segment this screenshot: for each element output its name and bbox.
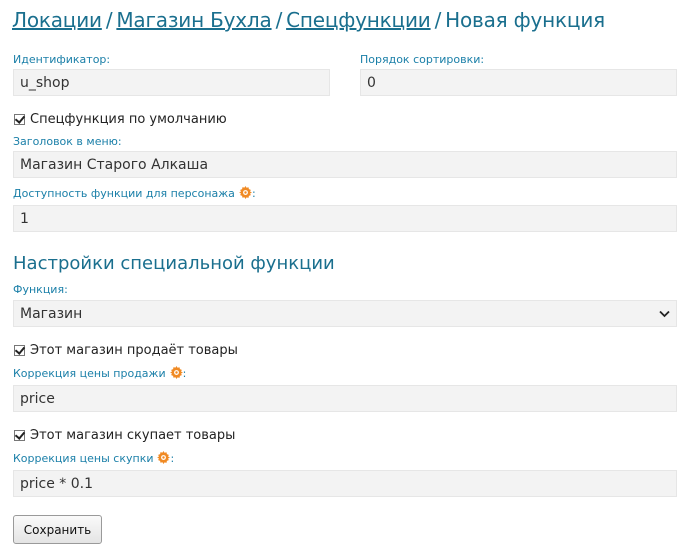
buy-price-label-text: Коррекция цены скупки	[13, 452, 154, 465]
breadcrumb-separator: /	[105, 8, 113, 32]
availability-colon: :	[251, 187, 256, 200]
settings-heading: Настройки специальной функции	[13, 253, 335, 274]
buy-price-value: price * 0.1	[20, 475, 94, 492]
menu-title-label: Заголовок в меню:	[13, 135, 122, 148]
sell-price-label-text: Коррекция цены продажи	[13, 367, 166, 380]
identifier-label: Идентификатор:	[13, 53, 111, 66]
availability-label: Доступность функции для персонажа:	[13, 186, 256, 200]
breadcrumb-separator: /	[275, 8, 283, 32]
identifier-input[interactable]: u_shop	[13, 69, 330, 96]
buy-price-input[interactable]: price * 0.1	[13, 470, 677, 497]
breadcrumb: Локации / Магазин Бухла / Спецфункции / Новая …	[12, 8, 605, 32]
sells-goods-label: Этот магазин продаёт товары	[30, 343, 238, 358]
function-label: Функция:	[13, 283, 68, 296]
function-select[interactable]: Магазин	[13, 300, 677, 327]
availability-label-text: Доступность функции для персонажа	[13, 187, 235, 200]
sell-price-value: price	[20, 390, 55, 407]
checkbox-checked-icon	[14, 114, 25, 125]
sort-order-value: 0	[367, 74, 376, 91]
buy-price-label: Коррекция цены скупки:	[13, 451, 174, 465]
default-function-checkbox[interactable]: Спецфункция по умолчанию	[14, 112, 227, 127]
availability-input[interactable]: 1	[13, 205, 677, 232]
identifier-value: u_shop	[20, 74, 70, 91]
buys-goods-label: Этот магазин скупает товары	[30, 428, 236, 443]
sells-goods-checkbox[interactable]: Этот магазин продаёт товары	[14, 343, 238, 358]
chevron-down-icon	[659, 307, 670, 321]
buys-goods-checkbox[interactable]: Этот магазин скупает товары	[14, 428, 235, 443]
default-function-label: Спецфункция по умолчанию	[30, 112, 227, 127]
sort-order-label: Порядок сортировки:	[360, 53, 485, 66]
breadcrumb-link-special-functions[interactable]: Спецфункции	[286, 8, 431, 32]
gear-icon[interactable]	[238, 186, 252, 199]
sell-price-colon: :	[182, 367, 187, 380]
availability-value: 1	[20, 210, 29, 227]
checkbox-checked-icon	[14, 345, 25, 356]
page-title: Новая функция	[445, 8, 605, 32]
function-select-value: Магазин	[20, 305, 83, 322]
breadcrumb-link-locations[interactable]: Локации	[12, 8, 102, 32]
buy-price-colon: :	[170, 452, 175, 465]
menu-title-input[interactable]: Магазин Старого Алкаша	[13, 151, 677, 178]
breadcrumb-link-shop[interactable]: Магазин Бухла	[116, 8, 271, 32]
checkbox-checked-icon	[14, 430, 25, 441]
sell-price-input[interactable]: price	[13, 385, 677, 412]
menu-title-value: Магазин Старого Алкаша	[20, 156, 209, 173]
breadcrumb-separator: /	[434, 8, 442, 32]
save-button[interactable]: Сохранить	[13, 515, 102, 544]
gear-icon[interactable]	[157, 451, 171, 464]
gear-icon[interactable]	[169, 366, 183, 379]
sort-order-input[interactable]: 0	[360, 69, 677, 96]
sell-price-label: Коррекция цены продажи:	[13, 366, 186, 380]
